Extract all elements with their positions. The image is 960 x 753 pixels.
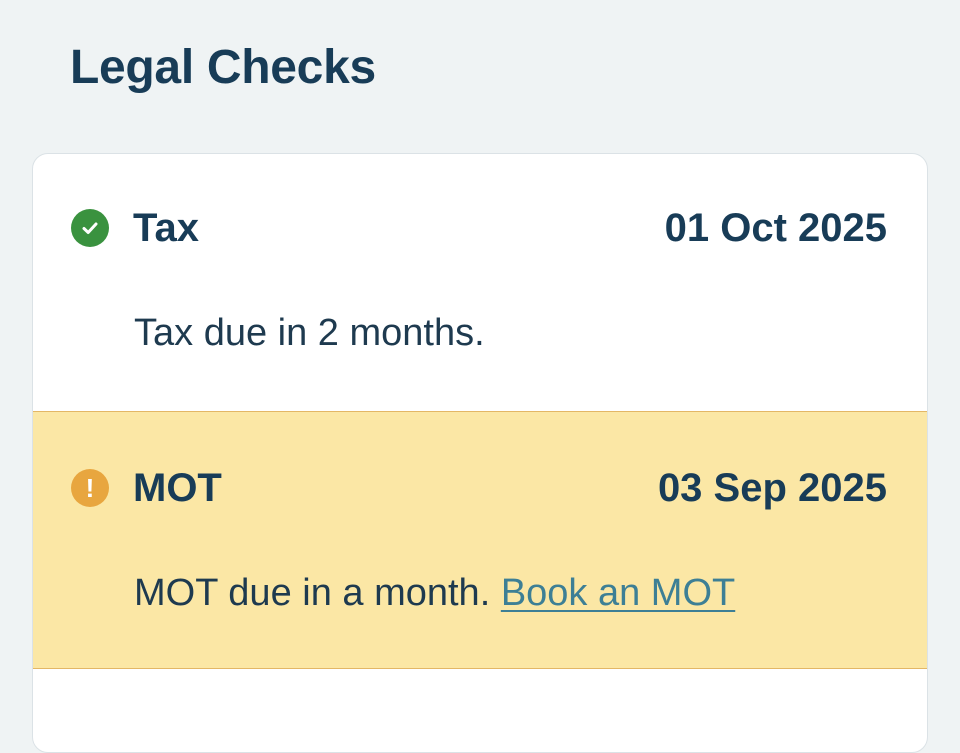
page-title: Legal Checks: [70, 41, 376, 94]
check-description-text: Tax due in 2 months.: [134, 312, 485, 354]
check-row-mot: ! MOT 03 Sep 2025 MOT due in a month. Bo…: [33, 411, 927, 669]
warning-circle-icon: !: [71, 469, 109, 507]
check-title: MOT: [133, 465, 222, 510]
check-description: MOT due in a month. Book an MOT: [134, 572, 735, 615]
check-row-header: Tax 01 Oct 2025: [71, 204, 887, 252]
legal-checks-card: Tax 01 Oct 2025 Tax due in 2 months. ! M…: [32, 153, 928, 753]
check-date: 01 Oct 2025: [664, 205, 887, 250]
check-title: Tax: [133, 205, 199, 250]
checkmark-glyph: [82, 222, 98, 234]
book-mot-link[interactable]: Book an MOT: [501, 572, 735, 614]
check-description: Tax due in 2 months.: [134, 312, 485, 355]
check-circle-icon: [71, 209, 109, 247]
check-description-text: MOT due in a month.: [134, 572, 491, 614]
exclamation-glyph: !: [85, 473, 95, 503]
check-date: 03 Sep 2025: [657, 465, 887, 510]
check-row-header: ! MOT 03 Sep 2025: [71, 464, 887, 512]
check-row-tax: Tax 01 Oct 2025 Tax due in 2 months.: [33, 154, 927, 411]
